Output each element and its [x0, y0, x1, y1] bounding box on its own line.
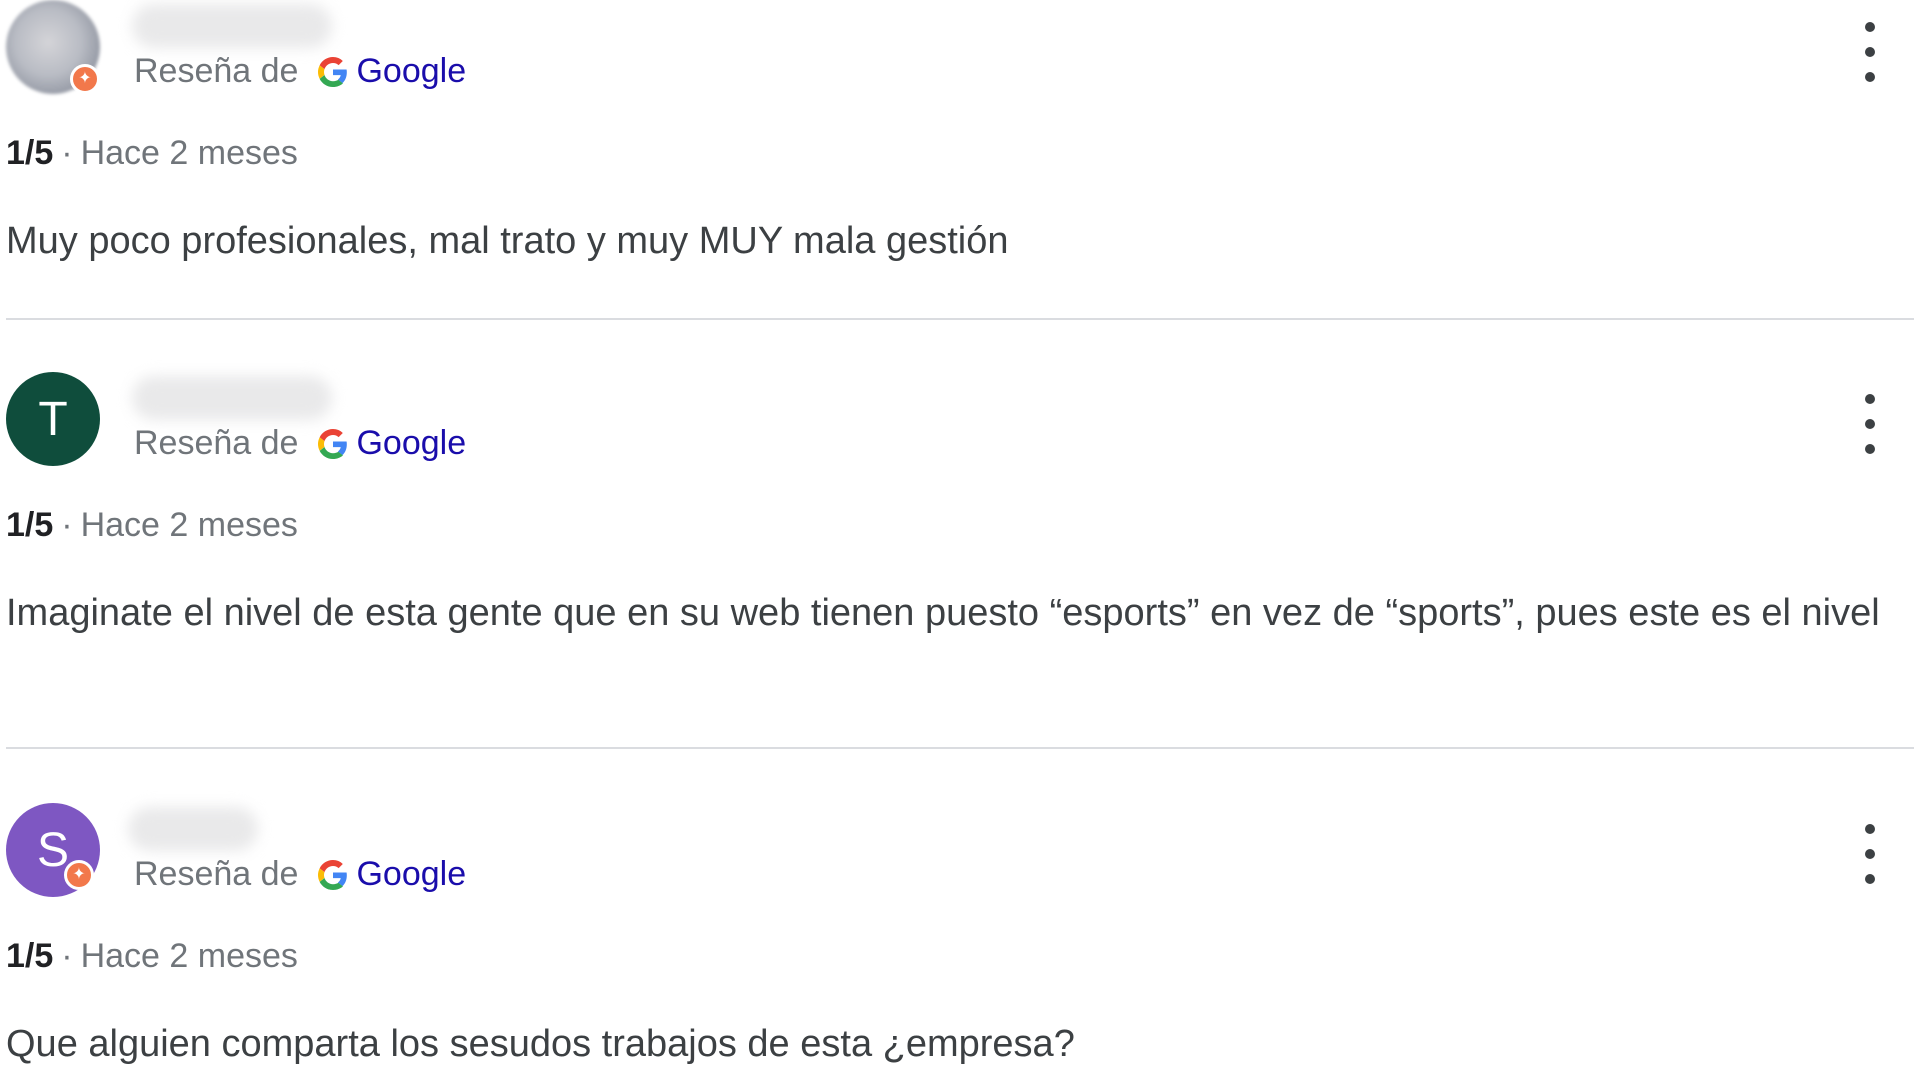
- separator: ·: [61, 937, 73, 975]
- rating-line: 1/5 · Hace 2 meses: [6, 134, 298, 173]
- google-link[interactable]: Google: [356, 424, 466, 463]
- source-prefix: Reseña de: [134, 52, 299, 90]
- google-g-icon: [318, 428, 348, 459]
- source-prefix: Reseña de: [134, 424, 299, 462]
- google-g-icon: [318, 859, 348, 890]
- avatar[interactable]: T: [6, 372, 100, 466]
- more-vert-icon[interactable]: [1848, 824, 1892, 884]
- local-guide-badge-icon: ✦: [64, 860, 94, 890]
- review-time: Hace 2 meses: [80, 134, 298, 172]
- reviews-list: ✦ Reseña de Google 1/5 · Hace 2 meses Muy …: [0, 0, 1920, 1080]
- separator: ·: [61, 506, 73, 544]
- more-vert-icon[interactable]: [1848, 22, 1892, 82]
- reviewer-name-redacted: [132, 376, 332, 420]
- reviewer-name-redacted: [132, 4, 332, 48]
- rating-line: 1/5 · Hace 2 meses: [6, 937, 298, 976]
- local-guide-badge-icon: ✦: [70, 64, 100, 94]
- google-link[interactable]: Google: [356, 855, 466, 894]
- avatar-letter: T: [38, 392, 68, 446]
- rating-line: 1/5 · Hace 2 meses: [6, 506, 298, 545]
- divider: [6, 318, 1914, 320]
- google-g-icon: [318, 56, 348, 87]
- separator: ·: [61, 134, 73, 172]
- review-text: Que alguien comparta los sesudos trabajo…: [6, 1023, 1075, 1065]
- reviewer-name-redacted: [128, 807, 258, 851]
- rating-score: 1/5: [6, 506, 54, 544]
- review-time: Hace 2 meses: [80, 506, 298, 544]
- google-link[interactable]: Google: [356, 52, 466, 91]
- review-source: Reseña de Google: [134, 424, 466, 463]
- review-time: Hace 2 meses: [80, 937, 298, 975]
- source-prefix: Reseña de: [134, 855, 299, 893]
- review-source: Reseña de Google: [134, 52, 466, 91]
- rating-score: 1/5: [6, 134, 54, 172]
- review-source: Reseña de Google: [134, 855, 466, 894]
- review-text: Imaginate el nivel de esta gente que en …: [6, 592, 1880, 634]
- more-vert-icon[interactable]: [1848, 394, 1892, 454]
- divider: [6, 747, 1914, 749]
- rating-score: 1/5: [6, 937, 54, 975]
- review-text: Muy poco profesionales, mal trato y muy …: [6, 220, 1009, 262]
